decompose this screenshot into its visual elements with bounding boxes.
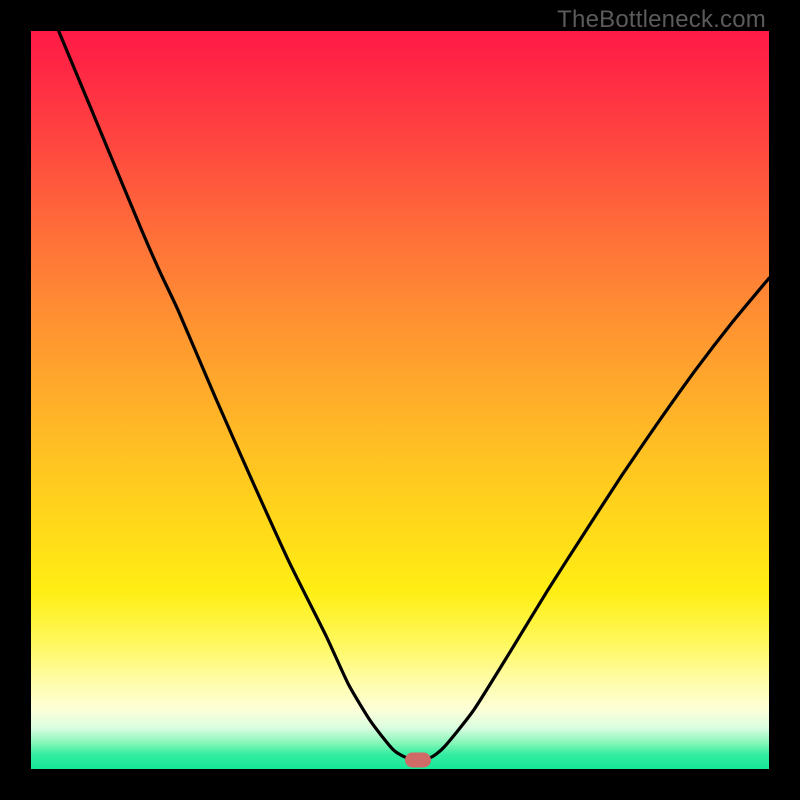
bottleneck-curve xyxy=(31,31,769,769)
outer-frame: TheBottleneck.com xyxy=(0,0,800,800)
optimum-marker xyxy=(405,753,431,768)
watermark-text: TheBottleneck.com xyxy=(557,6,766,34)
plot-area xyxy=(31,31,769,769)
